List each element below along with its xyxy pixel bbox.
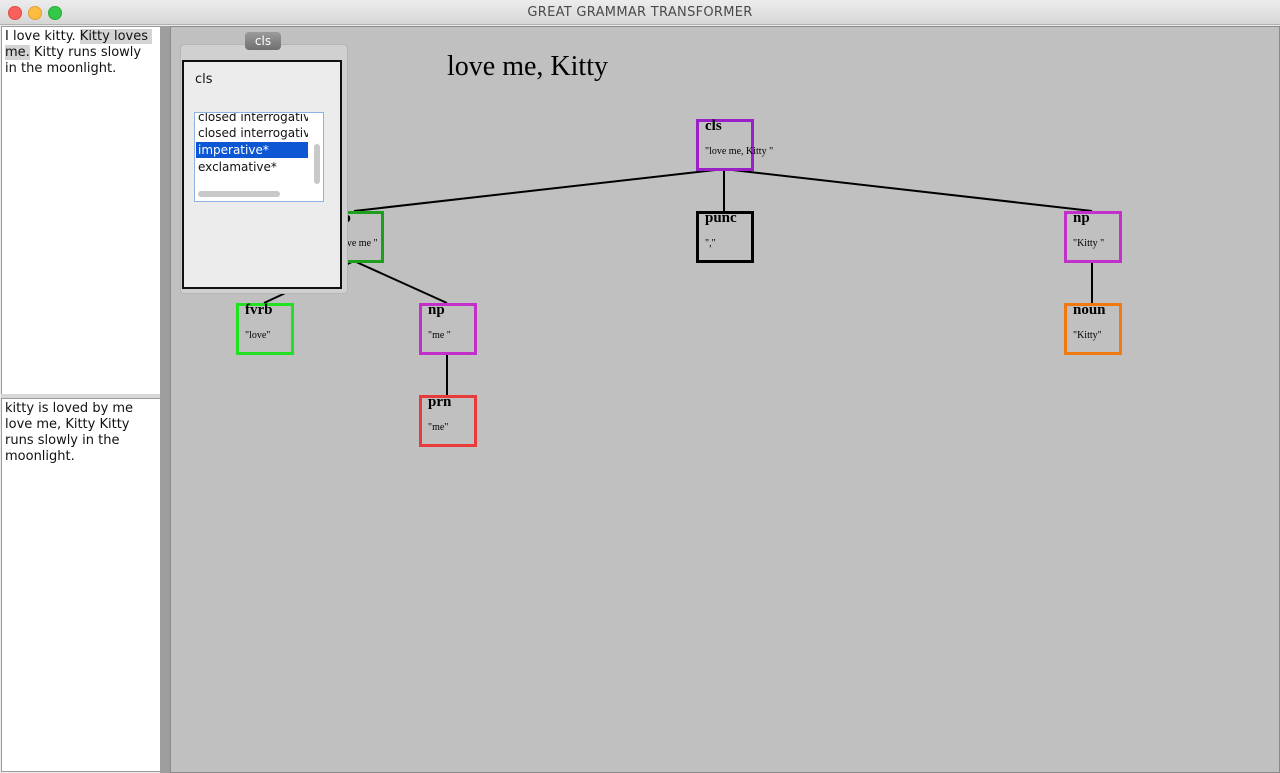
list-vertical-scrollbar[interactable] <box>314 144 320 184</box>
input-text-pane[interactable]: I love kitty. Kitty loves me. Kitty runs… <box>1 26 161 396</box>
edge-cls-np <box>723 168 1093 212</box>
tree-node-punc[interactable]: punc "," <box>696 210 754 263</box>
title-bar: GREAT GRAMMAR TRANSFORMER <box>0 0 1280 25</box>
popup-tab[interactable]: cls <box>245 32 281 50</box>
popup-panel: cls closed interrogative closed interrog… <box>182 60 342 289</box>
edge-vp-np <box>353 260 448 304</box>
list-item[interactable]: exclamative* <box>196 159 308 175</box>
list-item-selected[interactable]: imperative* <box>196 142 308 158</box>
edge-cls-vp <box>353 168 725 212</box>
node-text: "love me, Kitty " <box>705 146 774 157</box>
node-label: noun <box>1073 302 1106 318</box>
popup-heading: cls <box>195 72 213 87</box>
tree-node-np-me[interactable]: np "me " <box>419 302 477 355</box>
tree-node-np[interactable]: np "Kitty " <box>1064 210 1122 263</box>
node-text: "Kitty" <box>1073 330 1102 341</box>
tree-node-noun[interactable]: noun "Kitty" <box>1064 302 1122 355</box>
output-text[interactable]: kitty is loved by me love me, Kitty Kitt… <box>2 399 160 467</box>
node-label: prn <box>428 394 452 410</box>
window-title: GREAT GRAMMAR TRANSFORMER <box>527 5 753 20</box>
clause-type-list[interactable]: closed interrogative closed interrogativ… <box>194 112 324 202</box>
node-label: punc <box>705 210 737 226</box>
node-text: "love" <box>245 330 271 341</box>
node-text: "me " <box>428 330 451 341</box>
sentence-heading: love me, Kitty <box>447 51 608 82</box>
sentence-text: I love kitty. <box>5 29 80 44</box>
node-label: cls <box>705 118 722 134</box>
tree-node-prn[interactable]: prn "me" <box>419 394 477 447</box>
input-text[interactable]: I love kitty. Kitty loves me. Kitty runs… <box>2 27 160 79</box>
node-label: np <box>1073 210 1090 226</box>
output-text-pane[interactable]: kitty is loved by me love me, Kitty Kitt… <box>1 398 161 772</box>
node-label: np <box>428 302 445 318</box>
list-horizontal-scrollbar[interactable] <box>198 191 280 197</box>
node-text: "me" <box>428 422 449 433</box>
node-text: "Kitty " <box>1073 238 1105 249</box>
node-text: "," <box>705 238 716 249</box>
tree-node-fvrb[interactable]: fvrb "love" <box>236 302 294 355</box>
list-item[interactable]: closed interrogative <box>196 113 308 125</box>
node-type-popup[interactable]: cls cls closed interrogative closed inte… <box>180 32 348 294</box>
node-label: fvrb <box>245 302 273 318</box>
tree-node-cls[interactable]: cls "love me, Kitty " <box>696 118 773 171</box>
vertical-splitter[interactable] <box>160 26 170 773</box>
list-item[interactable]: closed interrogative <box>196 125 308 141</box>
